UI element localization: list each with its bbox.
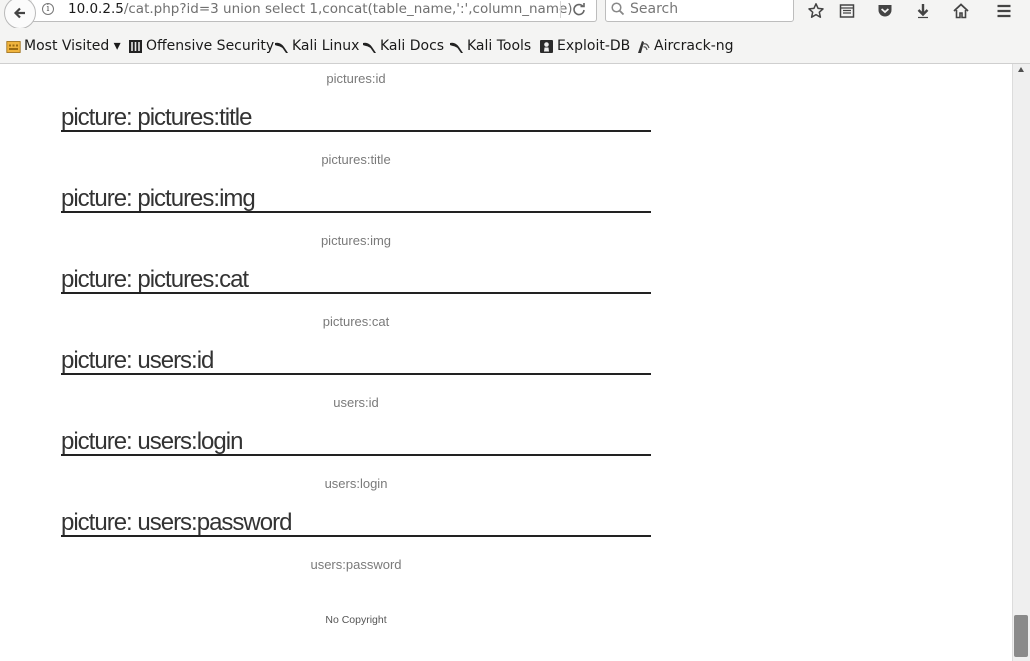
bookmark-label: Offensive Security (146, 38, 275, 54)
picture-caption: pictures:title (321, 152, 391, 167)
bookmark-label: Kali Linux (292, 38, 360, 54)
picture-title: picture: pictures:cat (61, 266, 249, 293)
exploitdb-icon (540, 39, 553, 53)
url-host: 10.0.2.5 (68, 1, 124, 17)
kali-icon (275, 42, 288, 53)
aircrack-icon (638, 40, 650, 53)
bookmark-label: Kali Tools (467, 38, 532, 54)
title-underline (61, 130, 651, 132)
folder-icon (6, 40, 21, 53)
menu-icon[interactable] (993, 0, 1015, 22)
bookmark-offensive-security[interactable]: Offensive Security (128, 37, 274, 55)
pocket-icon[interactable] (874, 0, 896, 22)
picture-caption: users:password (310, 557, 402, 572)
url-bar[interactable]: i 10.0.2.5/cat.php?id=3 union select 1,c… (32, 0, 597, 22)
title-underline (61, 292, 651, 294)
page-content: pictures:id picture: pictures:title pict… (0, 64, 1012, 661)
picture-caption: pictures:img (320, 233, 392, 248)
back-button[interactable] (4, 0, 36, 29)
download-icon[interactable] (912, 0, 934, 22)
picture-title: picture: pictures:title (61, 104, 252, 131)
title-underline (61, 373, 651, 375)
picture-caption: pictures:cat (322, 314, 390, 329)
picture-caption: pictures:id (326, 71, 386, 86)
scroll-up-arrow-icon[interactable] (1018, 67, 1024, 72)
vertical-scrollbar[interactable] (1012, 64, 1030, 661)
bookmark-exploit-db[interactable]: Exploit-DB (539, 37, 630, 55)
offsec-icon (129, 39, 142, 53)
search-icon (611, 2, 625, 16)
picture-title: picture: users:login (61, 428, 243, 455)
home-icon[interactable] (950, 0, 972, 22)
bookmark-label: Most Visited ▾ (24, 38, 121, 54)
url-text[interactable]: 10.0.2.5/cat.php?id=3 union select 1,con… (68, 1, 573, 17)
footer-copyright: No Copyright (325, 614, 387, 626)
scroll-thumb[interactable] (1014, 615, 1028, 657)
navigation-toolbar: i 10.0.2.5/cat.php?id=3 union select 1,c… (0, 0, 1030, 29)
title-underline (61, 211, 651, 213)
picture-caption: users:login (324, 476, 388, 491)
picture-title: picture: users:id (61, 347, 214, 374)
bookmark-kali-tools[interactable]: Kali Tools (449, 37, 531, 55)
bookmark-label: Exploit-DB (557, 38, 631, 54)
url-path: /cat.php?id=3 union select 1,concat(tabl… (123, 1, 573, 17)
title-underline (61, 454, 651, 456)
bookmark-kali-linux[interactable]: Kali Linux (274, 37, 359, 55)
picture-title: picture: users:password (61, 509, 292, 536)
info-icon[interactable]: i (42, 3, 54, 15)
picture-title: picture: pictures:img (61, 185, 256, 212)
bookmark-label: Aircrack-ng (654, 38, 734, 54)
kali-icon (450, 42, 463, 53)
kali-icon (363, 42, 376, 53)
search-input[interactable]: Search (605, 0, 794, 22)
bookmarks-toolbar: Most Visited ▾ Offensive Security Kali L… (0, 28, 1030, 64)
picture-caption: users:id (333, 395, 379, 410)
bookmark-kali-docs[interactable]: Kali Docs (362, 37, 444, 55)
bookmark-star-icon[interactable] (805, 0, 827, 22)
url-separator (560, 1, 561, 18)
reading-list-icon[interactable] (836, 0, 858, 22)
back-arrow-icon (13, 7, 25, 19)
bookmark-most-visited[interactable]: Most Visited ▾ (6, 37, 121, 55)
bookmark-aircrack-ng[interactable]: Aircrack-ng (636, 37, 734, 55)
reload-icon[interactable] (570, 0, 588, 18)
title-underline (61, 535, 651, 537)
search-placeholder: Search (630, 1, 679, 17)
bookmark-label: Kali Docs (380, 38, 445, 54)
